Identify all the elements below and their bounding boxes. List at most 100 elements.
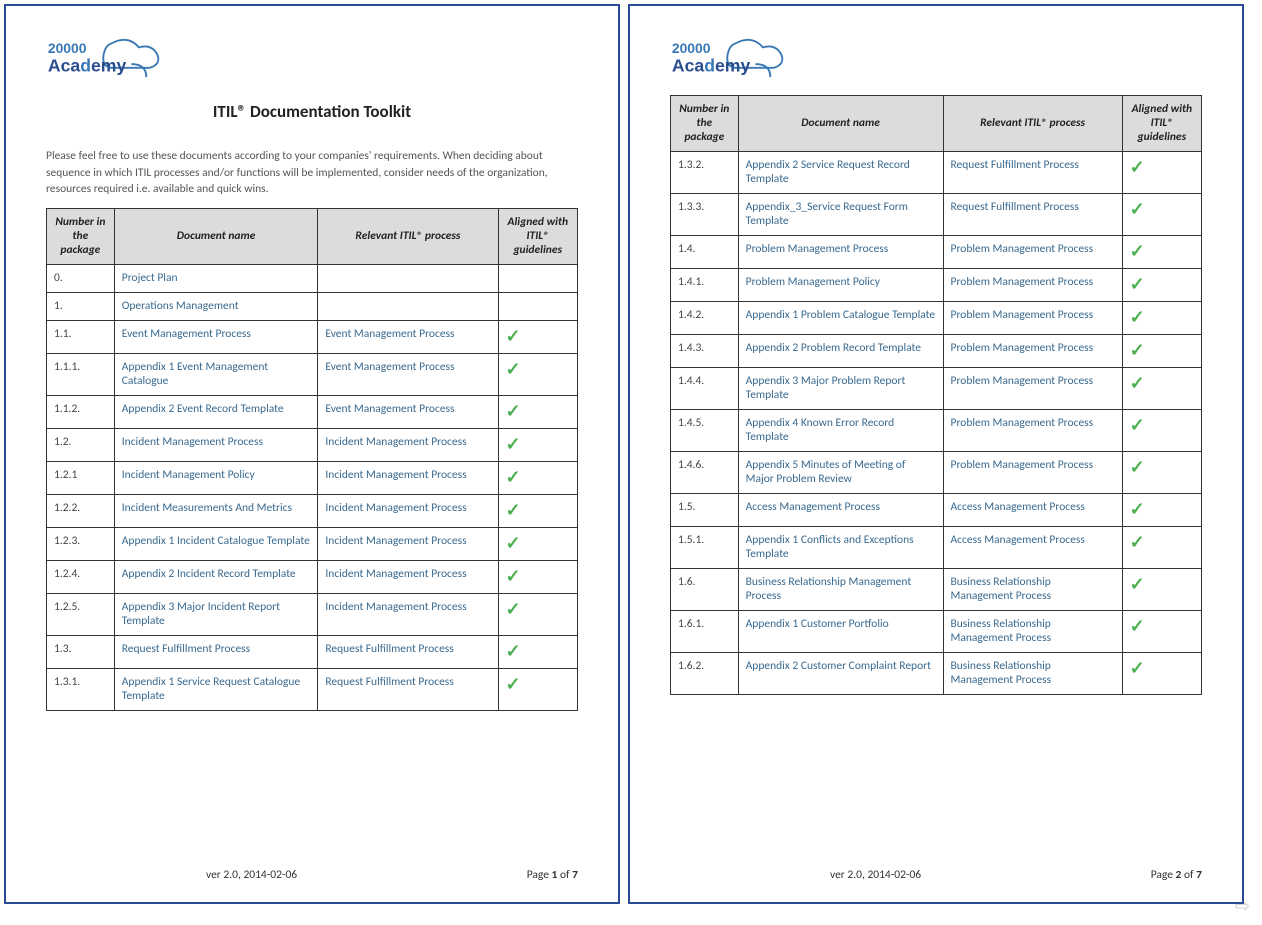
checkmark-icon: ✓ (1130, 416, 1145, 434)
cell-aligned: ✓ (498, 321, 577, 354)
cell-document-name: Event Management Process (114, 321, 318, 354)
page-footer: ver 2.0, 2014-02-06 Page 2 of 7 (670, 852, 1202, 882)
cell-process: Problem Management Process (943, 410, 1122, 452)
table-row: 1.3.1.Appendix 1 Service Request Catalog… (47, 669, 578, 711)
table-row: 1.4.Problem Management ProcessProblem Ma… (671, 236, 1202, 269)
cell-number: 1.4.2. (671, 302, 739, 335)
cell-aligned: ✓ (1122, 302, 1201, 335)
checkmark-icon: ✓ (1130, 500, 1145, 518)
table-row: 1.6.1.Appendix 1 Customer PortfolioBusin… (671, 611, 1202, 653)
checkmark-icon: ✓ (506, 501, 521, 519)
col-number: Number in the package (671, 96, 739, 152)
cell-process: Incident Management Process (318, 594, 498, 636)
cell-number: 1.5.1. (671, 527, 739, 569)
cell-process: Problem Management Process (943, 335, 1122, 368)
cell-document-name: Access Management Process (738, 494, 943, 527)
cell-process: Event Management Process (318, 354, 498, 396)
checkmark-icon: ✓ (1130, 158, 1145, 176)
cell-number: 1.2.4. (47, 561, 115, 594)
cell-number: 1.1.2. (47, 396, 115, 429)
checkmark-icon: ✓ (1130, 575, 1145, 593)
footer-version: ver 2.0, 2014-02-06 (206, 868, 297, 882)
next-page-arrow-icon[interactable]: ⇨ (1235, 895, 1250, 917)
cell-aligned: ✓ (498, 429, 577, 462)
checkmark-icon: ✓ (506, 642, 521, 660)
cell-aligned: ✓ (498, 528, 577, 561)
cell-number: 1.4.3. (671, 335, 739, 368)
cell-document-name: Incident Management Policy (114, 462, 318, 495)
cell-document-name: Appendix 4 Known Error Record Template (738, 410, 943, 452)
cell-aligned: ✓ (498, 396, 577, 429)
cell-document-name: Problem Management Process (738, 236, 943, 269)
table-row: 1.Operations Management (47, 293, 578, 321)
logo-swoosh (755, 64, 770, 77)
table-row: 1.1.Event Management ProcessEvent Manage… (47, 321, 578, 354)
table-header-row: Number in the package Document name Rele… (671, 96, 1202, 152)
cell-number: 1.5. (671, 494, 739, 527)
table-row: 1.3.Request Fulfillment ProcessRequest F… (47, 636, 578, 669)
col-doc: Document name (738, 96, 943, 152)
logo-swoosh (131, 64, 146, 77)
cell-process: Problem Management Process (943, 368, 1122, 410)
checkmark-icon: ✓ (506, 675, 521, 693)
cell-number: 1.2. (47, 429, 115, 462)
cell-aligned: ✓ (1122, 611, 1201, 653)
table-row: 1.4.2.Appendix 1 Problem Catalogue Templ… (671, 302, 1202, 335)
table-row: 1.3.3.Appendix_3_Service Request Form Te… (671, 194, 1202, 236)
cell-number: 1.1. (47, 321, 115, 354)
cell-aligned: ✓ (1122, 368, 1201, 410)
cell-document-name: Problem Management Policy (738, 269, 943, 302)
page-1: 20000 Academy ITIL® Documentation Toolki… (4, 4, 620, 904)
cell-aligned: ✓ (1122, 653, 1201, 695)
cell-number: 0. (47, 265, 115, 293)
footer-page-number: Page 1 of 7 (527, 868, 578, 882)
table-row: 1.4.1.Problem Management PolicyProblem M… (671, 269, 1202, 302)
checkmark-icon: ✓ (1130, 308, 1145, 326)
toc-table-page-2: Number in the package Document name Rele… (670, 95, 1202, 695)
checkmark-icon: ✓ (1130, 659, 1145, 677)
cell-document-name: Appendix 1 Event Management Catalogue (114, 354, 318, 396)
cell-process: Request Fulfillment Process (318, 636, 498, 669)
page-2: 20000 Academy Number in the package Docu… (628, 4, 1244, 904)
cell-document-name: Appendix 2 Service Request Record Templa… (738, 152, 943, 194)
cell-document-name: Operations Management (114, 293, 318, 321)
checkmark-icon: ✓ (506, 327, 521, 345)
logo: 20000 Academy (670, 36, 800, 81)
checkmark-icon: ✓ (506, 435, 521, 453)
table-row: 1.5.Access Management ProcessAccess Mana… (671, 494, 1202, 527)
cell-number: 1.2.1 (47, 462, 115, 495)
cell-number: 1.4.1. (671, 269, 739, 302)
table-row: 1.2.2.Incident Measurements And MetricsI… (47, 495, 578, 528)
table-row: 1.2.3.Appendix 1 Incident Catalogue Temp… (47, 528, 578, 561)
cell-aligned: ✓ (1122, 236, 1201, 269)
toc-table-page-1: Number in the package Document name Rele… (46, 208, 578, 711)
cell-aligned: ✓ (498, 561, 577, 594)
cell-number: 1. (47, 293, 115, 321)
cell-process: Business Relationship Management Process (943, 569, 1122, 611)
cell-process: Problem Management Process (943, 236, 1122, 269)
cell-number: 1.4.6. (671, 452, 739, 494)
document-title: ITIL® Documentation Toolkit (46, 101, 578, 122)
table-row: 1.4.6.Appendix 5 Minutes of Meeting of M… (671, 452, 1202, 494)
table-row: 1.4.5.Appendix 4 Known Error Record Temp… (671, 410, 1202, 452)
page-footer: ver 2.0, 2014-02-06 Page 1 of 7 (46, 852, 578, 882)
cell-aligned: ✓ (498, 462, 577, 495)
table-row: 1.5.1.Appendix 1 Conflicts and Exception… (671, 527, 1202, 569)
checkmark-icon: ✓ (1130, 617, 1145, 635)
checkmark-icon: ✓ (1130, 533, 1145, 551)
cell-document-name: Appendix 1 Service Request Catalogue Tem… (114, 669, 318, 711)
checkmark-icon: ✓ (1130, 458, 1145, 476)
cell-document-name: Appendix 1 Customer Portfolio (738, 611, 943, 653)
checkmark-icon: ✓ (1130, 341, 1145, 359)
table-row: 1.2.5.Appendix 3 Major Incident Report T… (47, 594, 578, 636)
col-proc: Relevant ITIL® process (943, 96, 1122, 152)
cell-document-name: Appendix 3 Major Incident Report Templat… (114, 594, 318, 636)
cell-number: 1.3.2. (671, 152, 739, 194)
table-row: 0.Project Plan (47, 265, 578, 293)
cell-document-name: Project Plan (114, 265, 318, 293)
logo-bottom-text: Academy (48, 56, 127, 76)
table-row: 1.3.2.Appendix 2 Service Request Record … (671, 152, 1202, 194)
cell-aligned (498, 265, 577, 293)
cell-aligned: ✓ (1122, 152, 1201, 194)
cell-document-name: Appendix 1 Problem Catalogue Template (738, 302, 943, 335)
